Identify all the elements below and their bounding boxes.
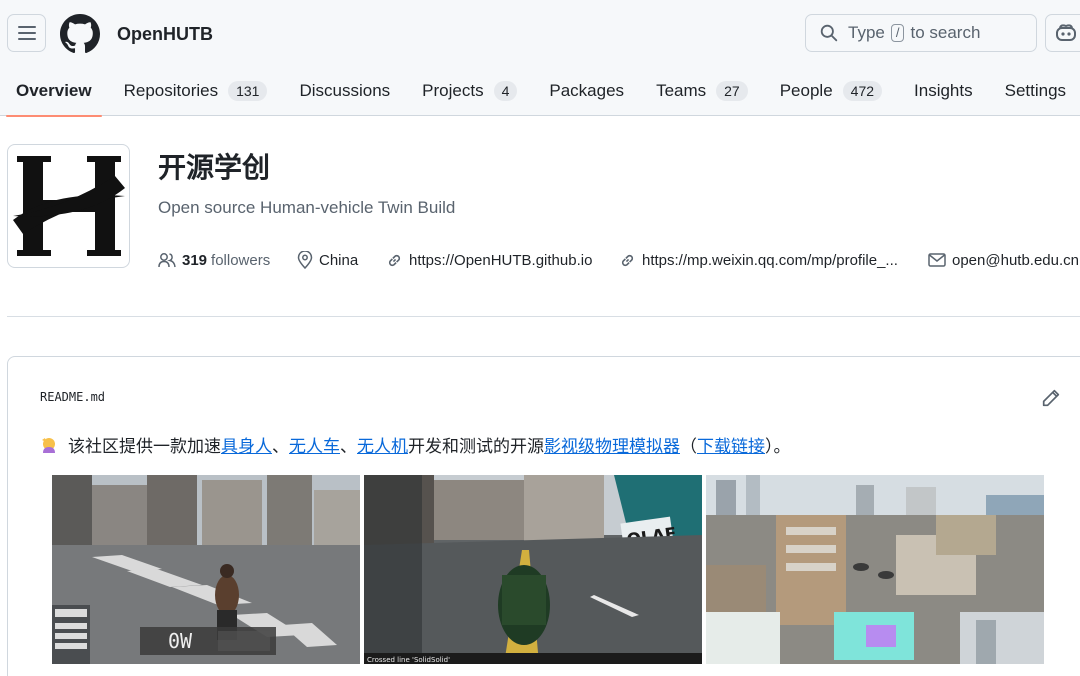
copilot-icon	[1056, 24, 1076, 41]
tab-people[interactable]: People 472	[764, 66, 898, 116]
hamburger-icon	[17, 26, 36, 40]
tab-projects[interactable]: Projects 4	[406, 66, 533, 116]
followers-link[interactable]: 319 followers	[158, 249, 270, 271]
search-icon	[820, 24, 838, 42]
tab-counter: 27	[716, 81, 748, 101]
copilot-button[interactable]	[1045, 14, 1080, 52]
readme-filename: README.md	[40, 390, 106, 404]
link-icon	[621, 254, 634, 266]
email-text: open@hutb.edu.cn	[952, 251, 1079, 269]
menu-button[interactable]	[7, 14, 46, 52]
tab-overview[interactable]: Overview	[0, 66, 108, 117]
location-item: China	[297, 249, 358, 271]
link-simulator[interactable]: 影视级物理模拟器	[544, 432, 680, 457]
tab-label: Packages	[549, 81, 625, 100]
tab-label: Discussions	[299, 81, 391, 100]
emoji-icon	[42, 437, 55, 453]
wechat-link[interactable]: https://mp.weixin.qq.com/mp/profile_...	[619, 249, 898, 271]
wechat-text: https://mp.weixin.qq.com/mp/profile_...	[642, 251, 898, 269]
org-avatar	[7, 144, 130, 268]
readme-intro-prefix: 该社区提供一款加速	[68, 437, 221, 457]
hud-caption: Crossed line 'SolidSolid'	[367, 656, 450, 664]
link-icon	[388, 254, 401, 266]
readme-paren-close: ）。	[765, 437, 791, 457]
followers-count: 319	[182, 251, 208, 269]
org-nav-tabs: Overview Repositories 131 Discussions Pro…	[0, 66, 1080, 117]
readme-sep: 、	[272, 437, 289, 457]
readme-screenshot-pedestrian[interactable]: 0W	[52, 475, 360, 664]
org-logo-icon	[12, 156, 125, 256]
tab-counter: 472	[842, 81, 883, 101]
readme-intro-middle: 开发和测试的开源	[408, 437, 544, 457]
location-text: China	[319, 251, 359, 269]
search-input[interactable]: Type / to search	[805, 14, 1037, 52]
followers-label: followers	[211, 251, 271, 269]
website-link[interactable]: https://OpenHUTB.github.io	[386, 249, 592, 271]
link-download[interactable]: 下载链接	[697, 432, 765, 457]
tab-label: People	[779, 81, 833, 100]
org-display-name: 开源学创	[158, 151, 271, 184]
link-embodied-human[interactable]: 具身人	[221, 432, 272, 457]
tab-label: Repositories	[123, 81, 219, 100]
org-name-link[interactable]: OpenHUTB	[117, 24, 213, 45]
search-placeholder-after: to search	[910, 23, 981, 42]
tab-counter: 131	[228, 81, 268, 101]
tab-insights[interactable]: Insights	[898, 66, 989, 116]
tab-label: Insights	[914, 81, 973, 100]
readme-paren-open: （	[680, 437, 697, 457]
tab-settings[interactable]: Settings	[989, 66, 1080, 116]
tab-packages[interactable]: Packages	[533, 66, 640, 116]
tab-counter: 4	[493, 81, 518, 101]
search-shortcut-key: /	[890, 24, 905, 42]
link-driverless-car[interactable]: 无人车	[289, 432, 340, 457]
tab-label: Overview	[16, 81, 92, 100]
pencil-icon[interactable]	[1042, 389, 1060, 407]
readme-screenshot-vehicle[interactable]: OLAE Crossed line 'SolidSolid'	[364, 475, 702, 664]
website-text: https://OpenHUTB.github.io	[409, 251, 593, 269]
tab-discussions[interactable]: Discussions	[283, 66, 406, 116]
section-divider	[7, 316, 1080, 317]
people-icon	[158, 253, 176, 268]
link-drone[interactable]: 无人机	[357, 432, 408, 457]
tab-label: Projects	[422, 81, 484, 100]
org-description: Open source Human-vehicle Twin Build	[158, 198, 456, 217]
location-icon	[297, 251, 313, 269]
readme-screenshot-drone[interactable]	[706, 475, 1044, 664]
top-header: OpenHUTB Type / to search Overview Repos…	[0, 0, 1080, 117]
email-link[interactable]: open@hutb.edu.cn	[928, 249, 1079, 271]
readme-intro: 该社区提供一款加速 具身人 、 无人车 、 无人机 开发和测试的开源 影视级物理…	[40, 432, 791, 457]
tab-repositories[interactable]: Repositories 131	[108, 66, 284, 116]
github-logo-icon[interactable]	[60, 14, 100, 54]
tab-label: Settings	[1004, 81, 1067, 100]
mail-icon	[928, 253, 946, 267]
tab-label: Teams	[656, 81, 707, 100]
tab-teams[interactable]: Teams 27	[640, 66, 764, 116]
hud-speed: 0W	[168, 629, 193, 653]
search-placeholder-before: Type	[848, 23, 885, 42]
readme-sep: 、	[340, 437, 357, 457]
